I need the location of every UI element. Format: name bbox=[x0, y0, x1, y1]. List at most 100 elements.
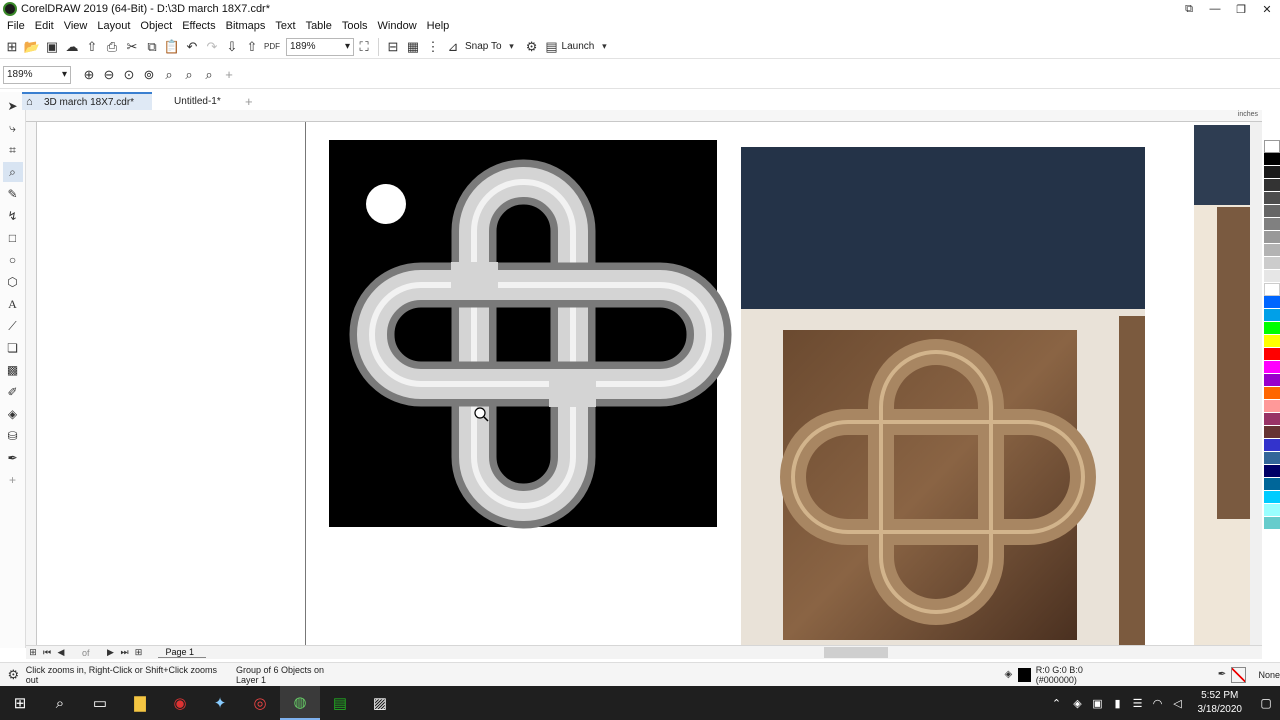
palette-swatch[interactable] bbox=[1264, 205, 1280, 218]
menu-view[interactable]: View bbox=[64, 20, 88, 32]
eyedropper-icon[interactable]: ✐ bbox=[3, 382, 23, 402]
ellipse-tool-icon[interactable]: ○ bbox=[3, 250, 23, 270]
dimension-tool-icon[interactable]: ⟋ bbox=[3, 316, 23, 336]
reference-photo-cropped[interactable] bbox=[1194, 125, 1250, 645]
vertical-scrollbar[interactable] bbox=[1250, 122, 1262, 645]
open-icon[interactable]: 📂 bbox=[22, 37, 42, 57]
palette-swatch[interactable] bbox=[1264, 387, 1280, 400]
palette-swatch[interactable] bbox=[1264, 283, 1280, 296]
add-icon[interactable]: + bbox=[219, 65, 239, 85]
palette-swatch[interactable] bbox=[1264, 309, 1280, 322]
cloud-upload-icon[interactable]: ⇧ bbox=[82, 37, 102, 57]
last-page-icon[interactable]: ⏭ bbox=[118, 643, 132, 663]
vertical-ruler[interactable] bbox=[26, 122, 37, 645]
maximize-button[interactable]: ❐ bbox=[1228, 0, 1254, 18]
tab-untitled[interactable]: Untitled-1* bbox=[152, 92, 239, 110]
cloud-download-icon[interactable]: ☁ bbox=[62, 37, 82, 57]
app-icon[interactable]: ◉ bbox=[160, 686, 200, 720]
save-icon[interactable]: ▣ bbox=[42, 37, 62, 57]
palette-swatch[interactable] bbox=[1264, 478, 1280, 491]
chevron-up-icon[interactable]: ⌃ bbox=[1046, 686, 1068, 720]
palette-swatch[interactable] bbox=[1264, 335, 1280, 348]
palette-swatch[interactable] bbox=[1264, 179, 1280, 192]
launch-label[interactable]: Launch bbox=[562, 41, 595, 52]
paste-icon[interactable]: 📋 bbox=[162, 37, 182, 57]
gear-icon[interactable]: ⚙ bbox=[522, 37, 542, 57]
shape-tool-icon[interactable]: ⤷ bbox=[3, 118, 23, 138]
page-tab[interactable]: Page 1 bbox=[157, 647, 207, 658]
palette-swatch[interactable] bbox=[1264, 231, 1280, 244]
export-icon[interactable]: ⇧ bbox=[242, 37, 262, 57]
task-view-icon[interactable]: ▭ bbox=[80, 686, 120, 720]
palette-swatch[interactable] bbox=[1264, 270, 1280, 283]
palette-swatch[interactable] bbox=[1264, 517, 1280, 530]
menu-help[interactable]: Help bbox=[427, 20, 450, 32]
pdf-icon[interactable]: PDF bbox=[262, 37, 282, 57]
close-button[interactable]: ✕ bbox=[1254, 0, 1280, 18]
freehand-tool-icon[interactable]: ✎ bbox=[3, 184, 23, 204]
transparency-icon[interactable]: ▩ bbox=[3, 360, 23, 380]
minimize-button[interactable]: — bbox=[1202, 0, 1228, 18]
copy-icon[interactable]: ⧉ bbox=[142, 37, 162, 57]
cut-icon[interactable]: ✂ bbox=[122, 37, 142, 57]
drawing-canvas[interactable] bbox=[37, 122, 1250, 645]
menu-tools[interactable]: Tools bbox=[342, 20, 368, 32]
battery-icon[interactable]: ▮ bbox=[1108, 686, 1128, 720]
next-page-icon[interactable]: ▶ bbox=[104, 643, 118, 663]
outline-pen-icon[interactable]: ✒ bbox=[3, 448, 23, 468]
launch-icon[interactable]: ▤ bbox=[542, 37, 562, 57]
guidelines-icon[interactable]: ⋮ bbox=[423, 37, 443, 57]
menu-window[interactable]: Window bbox=[378, 20, 417, 32]
polygon-tool-icon[interactable]: ⬡ bbox=[3, 272, 23, 292]
menu-table[interactable]: Table bbox=[306, 20, 332, 32]
snap-icon[interactable]: ⊿ bbox=[443, 37, 463, 57]
zoom-page-icon[interactable]: ⌕ bbox=[159, 65, 179, 85]
undo-icon[interactable]: ↶ bbox=[182, 37, 202, 57]
palette-swatch[interactable] bbox=[1264, 374, 1280, 387]
chevron-down-icon[interactable]: ▾ bbox=[594, 37, 614, 57]
menu-text[interactable]: Text bbox=[275, 20, 295, 32]
new-tab-icon[interactable]: + bbox=[239, 92, 259, 110]
fill-color-swatch[interactable] bbox=[1017, 667, 1031, 682]
add-tool-icon[interactable]: + bbox=[3, 470, 23, 490]
palette-swatch[interactable] bbox=[1264, 491, 1280, 504]
zoom-all-icon[interactable]: ⊚ bbox=[139, 65, 159, 85]
add-page-icon[interactable]: ⊞ bbox=[26, 643, 40, 663]
fill-icon[interactable]: ◈ bbox=[999, 665, 1018, 685]
gear-icon[interactable]: ⚙ bbox=[4, 665, 23, 685]
zoom-level-combo[interactable]: 189% ▾ bbox=[286, 37, 354, 56]
search-icon[interactable]: ⌕ bbox=[40, 686, 80, 720]
print-icon[interactable]: ⎙ bbox=[102, 37, 122, 57]
palette-swatch[interactable] bbox=[1264, 140, 1280, 153]
zoom-width-icon[interactable]: ⌕ bbox=[179, 65, 199, 85]
palette-swatch[interactable] bbox=[1264, 400, 1280, 413]
new-document-icon[interactable]: ⊞ bbox=[2, 37, 22, 57]
reference-photo[interactable] bbox=[741, 147, 1145, 645]
add-page-end-icon[interactable]: ⊞ bbox=[132, 643, 146, 663]
home-icon[interactable]: ⌂ bbox=[26, 96, 33, 108]
menu-effects[interactable]: Effects bbox=[182, 20, 215, 32]
file-explorer-icon[interactable]: ▇ bbox=[120, 686, 160, 720]
menu-object[interactable]: Object bbox=[140, 20, 172, 32]
snap-to-label[interactable]: Snap To bbox=[465, 41, 502, 52]
zoom-selected-icon[interactable]: ⊙ bbox=[119, 65, 139, 85]
chevron-down-icon[interactable]: ▾ bbox=[502, 37, 522, 57]
palette-swatch[interactable] bbox=[1264, 465, 1280, 478]
interactive-fill-icon[interactable]: ◈ bbox=[3, 404, 23, 424]
palette-swatch[interactable] bbox=[1264, 439, 1280, 452]
palette-swatch[interactable] bbox=[1264, 153, 1280, 166]
zoom-out-icon[interactable]: ⊖ bbox=[99, 65, 119, 85]
palette-swatch[interactable] bbox=[1264, 504, 1280, 517]
help-icon[interactable]: ⧉ bbox=[1176, 0, 1202, 18]
outline-none-swatch[interactable] bbox=[1231, 666, 1247, 683]
text-tool-icon[interactable]: A bbox=[3, 294, 23, 314]
menu-layout[interactable]: Layout bbox=[97, 20, 130, 32]
first-page-icon[interactable]: ⏮ bbox=[40, 643, 54, 663]
palette-swatch[interactable] bbox=[1264, 166, 1280, 179]
notifications-icon[interactable]: ▢ bbox=[1252, 686, 1280, 720]
palette-swatch[interactable] bbox=[1264, 322, 1280, 335]
palette-swatch[interactable] bbox=[1264, 348, 1280, 361]
windows-start-icon[interactable]: ⊞ bbox=[0, 686, 40, 720]
full-screen-icon[interactable]: ⛶ bbox=[354, 37, 374, 57]
coreldraw-taskbar-icon[interactable]: ◍ bbox=[280, 686, 320, 720]
